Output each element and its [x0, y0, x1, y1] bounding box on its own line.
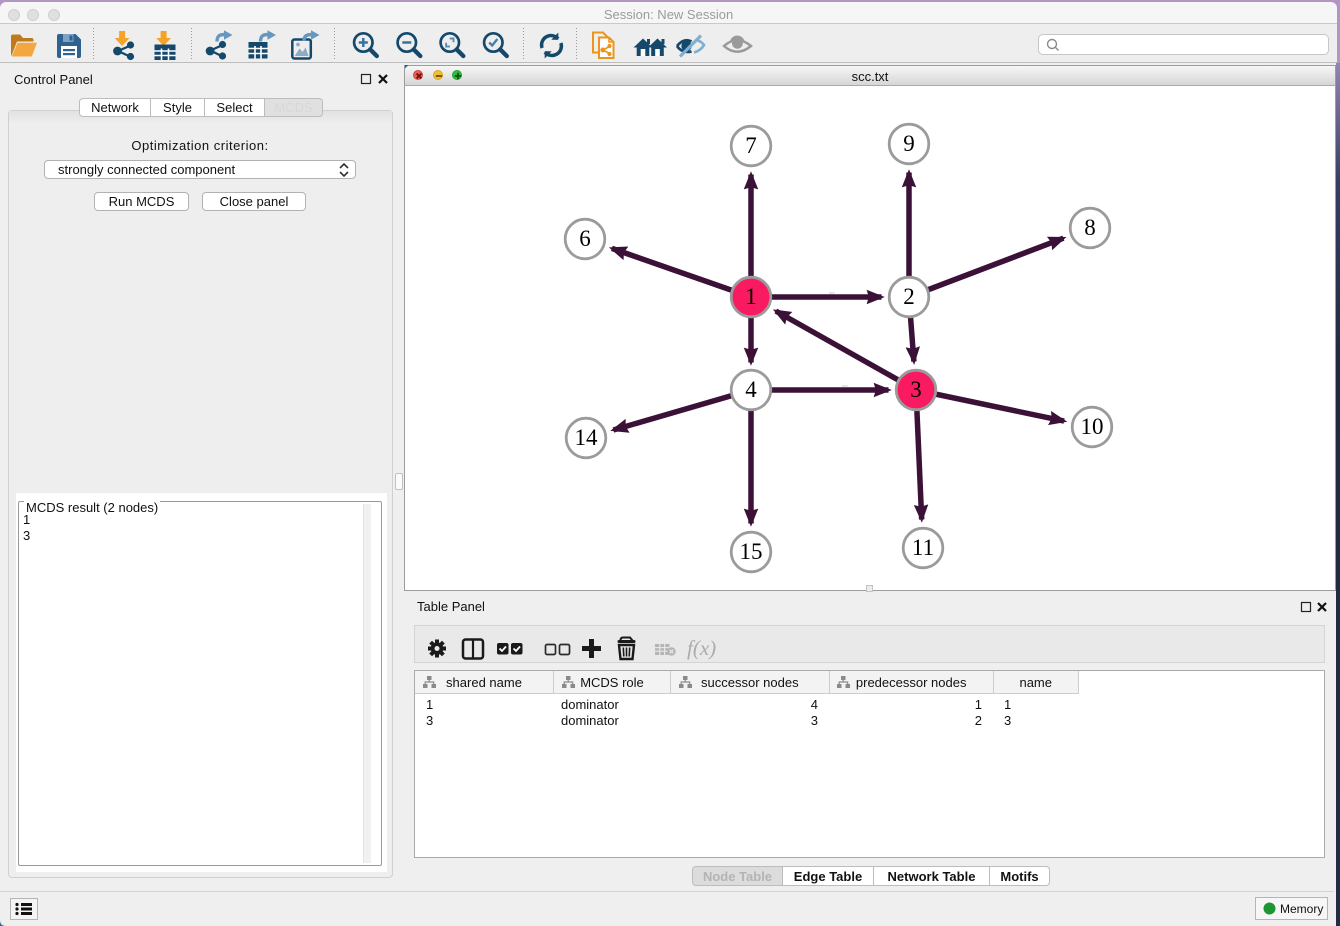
svg-text:4: 4	[745, 377, 757, 402]
svg-text:scc: scc	[842, 384, 848, 389]
svg-text:14: 14	[575, 425, 599, 450]
svg-text:6: 6	[579, 226, 591, 251]
svg-text:scc: scc	[829, 291, 835, 296]
svg-text:7: 7	[745, 133, 757, 158]
svg-text:2: 2	[903, 284, 915, 309]
svg-text:15: 15	[740, 539, 763, 564]
svg-text:9: 9	[903, 131, 915, 156]
svg-text:f(x): f(x)	[687, 636, 716, 660]
svg-text:8: 8	[1084, 215, 1096, 240]
svg-text:1: 1	[745, 284, 757, 309]
svg-text:10: 10	[1081, 414, 1104, 439]
svg-text:11: 11	[912, 535, 934, 560]
svg-text:3: 3	[910, 377, 922, 402]
